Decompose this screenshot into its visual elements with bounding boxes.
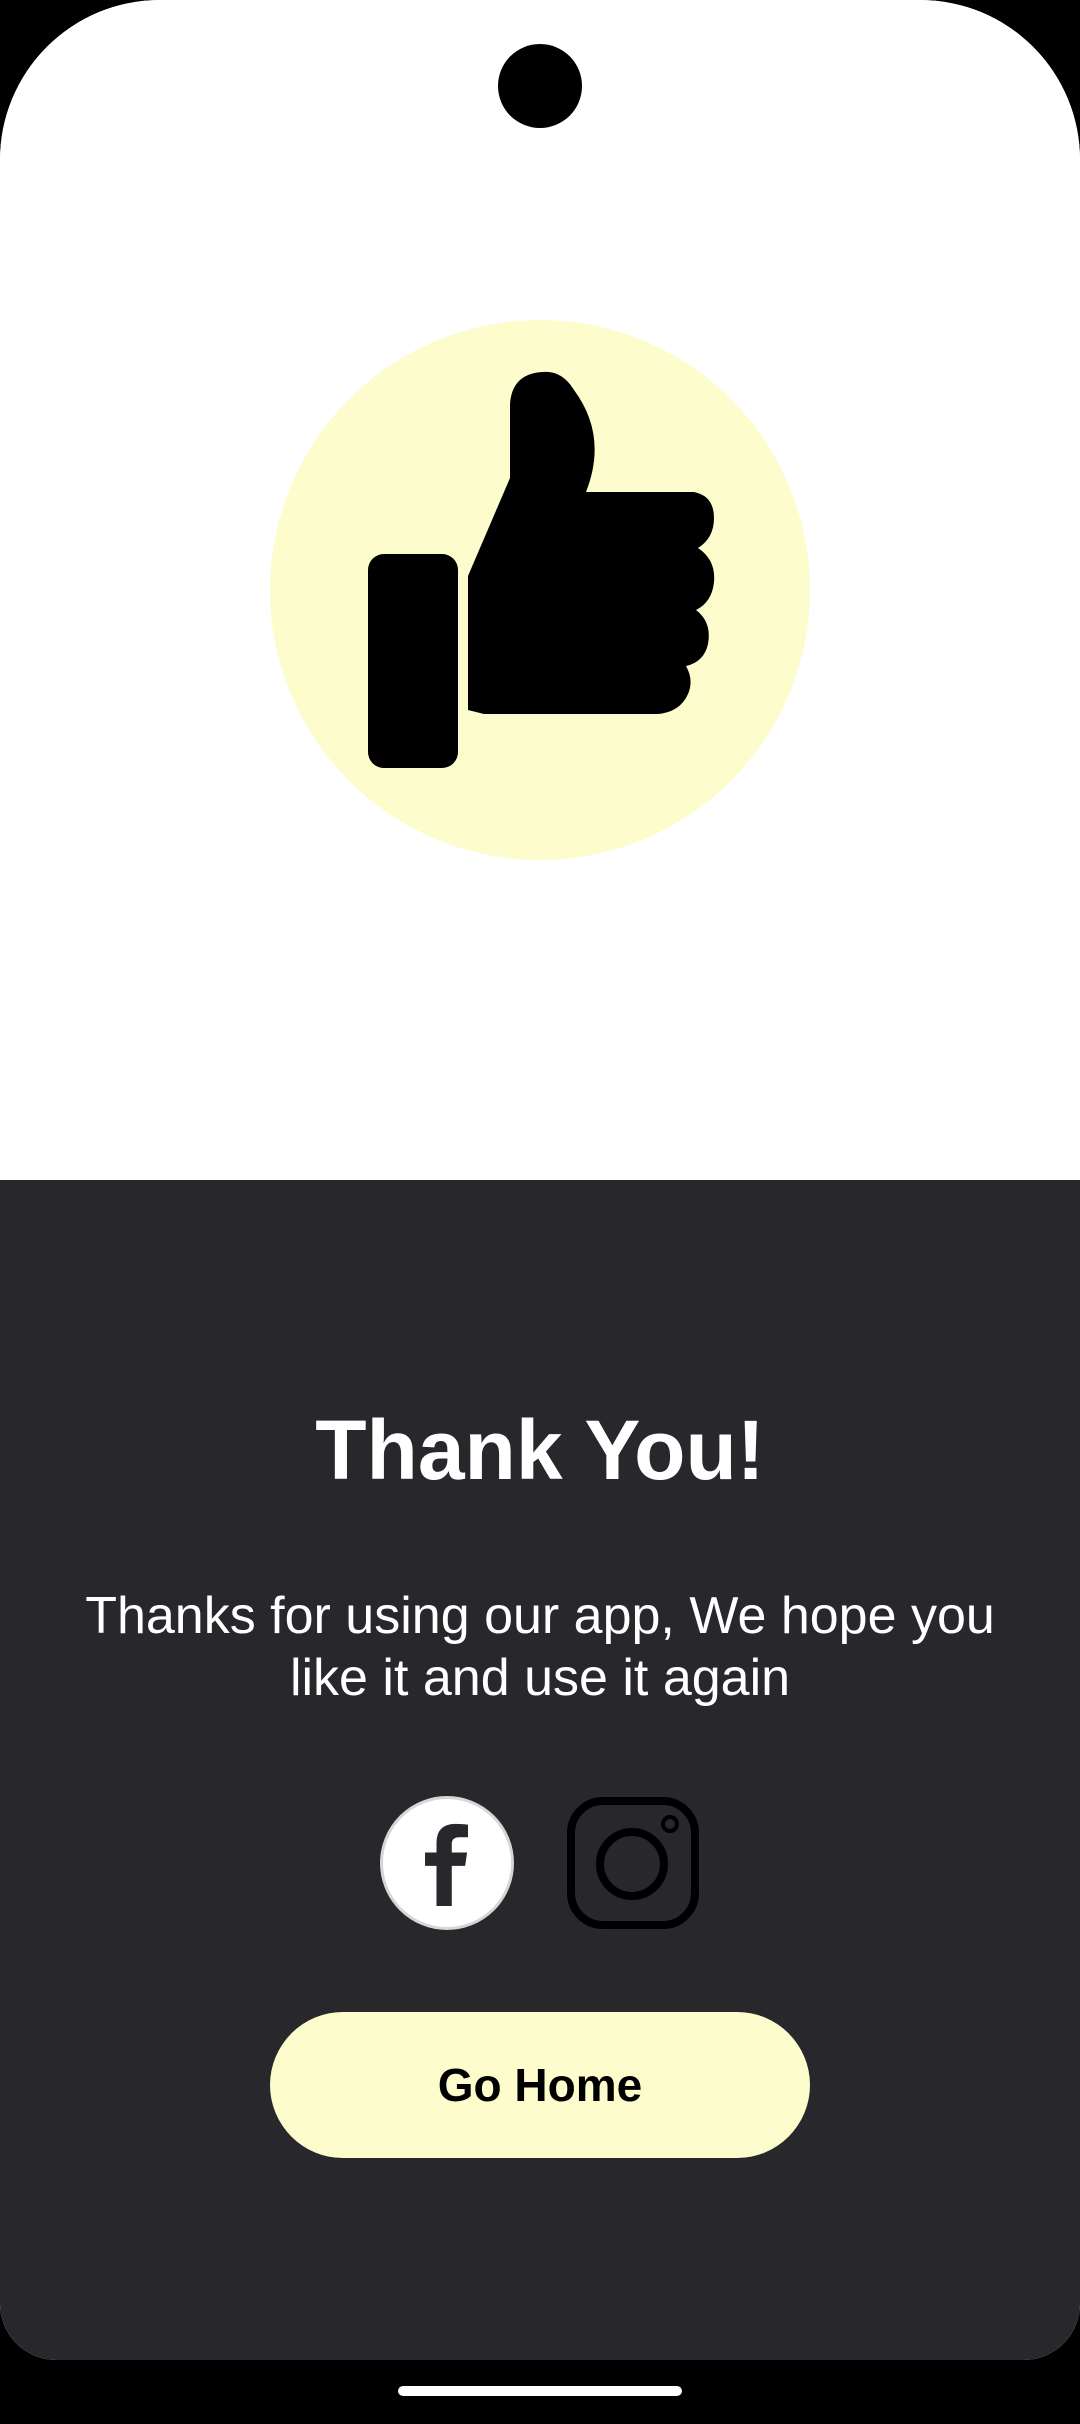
social-links: [0, 1796, 1080, 1930]
thumb-badge: [270, 320, 810, 860]
instagram-button[interactable]: [566, 1796, 700, 1930]
thank-you-message: Thanks for using our app, We hope you li…: [85, 1587, 995, 1707]
page-title: Thank You!: [315, 1403, 765, 1497]
bottom-panel: Thank You! Thanks for using our app, We …: [0, 1180, 1080, 2360]
thumbs-up-icon: [368, 371, 715, 768]
go-home-button[interactable]: Go Home: [270, 2012, 810, 2158]
app-screen: Thank You! Thanks for using our app, We …: [0, 0, 1080, 2360]
facebook-button[interactable]: [380, 1796, 514, 1930]
hero-section: [0, 0, 1080, 1180]
front-camera: [498, 44, 582, 128]
home-indicator[interactable]: [398, 2386, 682, 2396]
instagram-icon: [567, 1797, 699, 1929]
facebook-icon: [425, 1823, 469, 1906]
